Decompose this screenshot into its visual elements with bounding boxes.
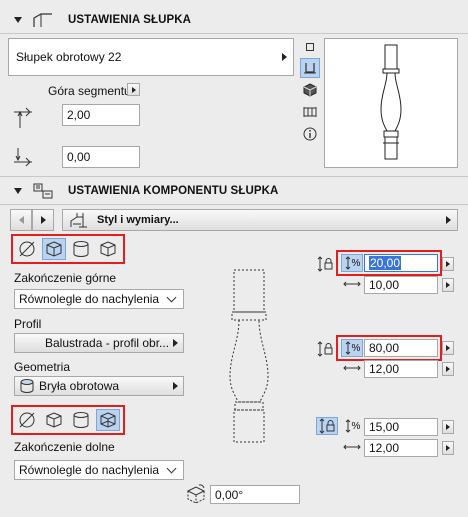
next-button[interactable] (32, 209, 54, 231)
bottom-width-menu-button[interactable] (442, 441, 454, 455)
end-profile-icon[interactable] (96, 409, 120, 431)
section-header-post-settings[interactable]: USTAWIENIA SŁUPKA (0, 7, 468, 33)
width-icon (343, 444, 361, 450)
bottom-end-value: Równolegle do nachylenia (19, 463, 160, 477)
percent-toggle[interactable]: % (341, 254, 363, 272)
chevron-down-icon (166, 292, 177, 303)
height-lock-icon[interactable] (316, 340, 336, 358)
geometry-label: Geometria (14, 360, 71, 374)
bottom-end-dropdown[interactable]: Równolegle do nachylenia (14, 460, 184, 480)
post-type-dropdown[interactable]: Słupek obrotowy 22 (8, 38, 294, 76)
percent-symbol: % (351, 420, 361, 432)
dropdown-arrow-icon (446, 216, 451, 224)
middle-width-field[interactable]: 12,00 (364, 360, 438, 378)
component-settings-icon (33, 183, 53, 199)
section-title: USTAWIENIA KOMPONENTU SŁUPKA (68, 185, 279, 197)
post-type-value: Słupek obrotowy 22 (16, 50, 122, 64)
percent-toggle[interactable]: % (341, 339, 363, 357)
bottom-offset-icon (14, 148, 32, 167)
previous-button[interactable] (10, 209, 32, 231)
top-height-field[interactable]: 20,00 (364, 254, 438, 272)
end-none-icon[interactable] (15, 409, 39, 431)
profile-label: Profil (14, 317, 42, 331)
collapse-arrow-icon[interactable] (14, 17, 22, 23)
end-cylinder-icon[interactable] (69, 409, 93, 431)
dropdown-arrow-icon (173, 382, 178, 390)
width-icon (343, 365, 361, 371)
top-end-label: Zakończenie górne (14, 271, 117, 285)
top-end-value: Równolegle do nachylenia (19, 292, 160, 306)
percent-symbol: % (351, 342, 361, 354)
top-end-dropdown[interactable]: Równolegle do nachylenia (14, 289, 184, 309)
profile-dropdown[interactable]: Balustrada - profil obr... (14, 333, 184, 353)
height-lock-icon[interactable] (316, 255, 336, 273)
top-width-menu-button[interactable] (442, 278, 454, 292)
top-height-value: 20,00 (369, 256, 402, 270)
percent-toggle[interactable]: % (341, 417, 363, 435)
width-icon (343, 281, 361, 287)
collapse-arrow-icon[interactable] (14, 188, 22, 194)
top-offset-icon (14, 107, 32, 128)
top-width-field[interactable]: 10,00 (364, 276, 438, 294)
middle-width-menu-button[interactable] (442, 362, 454, 376)
rotation-angle-field[interactable]: 0,00° (210, 485, 300, 504)
end-cylinder-icon[interactable] (69, 238, 93, 260)
middle-height-field[interactable]: 80,00 (364, 339, 438, 357)
revolved-solid-icon (20, 379, 34, 393)
bottom-height-menu-button[interactable] (442, 420, 454, 434)
info-icon[interactable] (302, 126, 318, 142)
bottom-width-field[interactable]: 12,00 (364, 439, 438, 457)
divider (0, 33, 468, 34)
profile-value: Balustrada - profil obr... (45, 336, 170, 350)
divider (0, 204, 468, 205)
top-offset-field[interactable]: 2,00 (62, 104, 140, 126)
style-dimensions-icon (70, 213, 87, 228)
post-settings-icon (33, 13, 52, 27)
plan-view-icon[interactable] (302, 39, 318, 55)
end-box-icon[interactable] (42, 238, 66, 260)
bottom-end-label: Zakończenie dolne (14, 440, 115, 454)
middle-height-menu-button[interactable] (442, 341, 454, 355)
railing-view-icon[interactable] (302, 104, 318, 120)
segment-top-menu-button[interactable] (127, 83, 140, 96)
section-header-component-settings[interactable]: USTAWIENIA KOMPONENTU SŁUPKA (0, 178, 468, 204)
divider (0, 176, 468, 177)
3d-view-icon[interactable] (302, 82, 318, 98)
baluster-profile-drawing (229, 269, 269, 443)
end-profile-icon[interactable] (96, 238, 120, 260)
height-lock-icon[interactable] (316, 417, 338, 435)
post-preview-drawing (380, 44, 402, 160)
end-box-icon[interactable] (42, 409, 66, 431)
chevron-down-icon (166, 463, 177, 474)
post-preview (324, 38, 458, 168)
section-title: USTAWIENIA SŁUPKA (68, 14, 192, 26)
style-dimensions-label: Styl i wymiary... (97, 214, 179, 226)
geometry-dropdown[interactable]: Bryła obrotowa (14, 376, 184, 396)
geometry-value: Bryła obrotowa (39, 379, 120, 393)
percent-symbol: % (351, 257, 361, 269)
segment-top-label: Góra segmentu (48, 84, 131, 98)
dropdown-arrow-icon (282, 53, 287, 61)
bottom-height-field[interactable]: 15,00 (364, 418, 438, 436)
top-height-menu-button[interactable] (442, 257, 454, 271)
dropdown-arrow-icon (173, 339, 178, 347)
side-view-icon[interactable] (300, 58, 320, 78)
bottom-offset-field[interactable]: 0,00 (62, 146, 140, 168)
rotation-angle-icon (186, 484, 206, 504)
end-none-icon[interactable] (15, 238, 39, 260)
style-dimensions-dropdown[interactable]: Styl i wymiary... (62, 209, 458, 231)
